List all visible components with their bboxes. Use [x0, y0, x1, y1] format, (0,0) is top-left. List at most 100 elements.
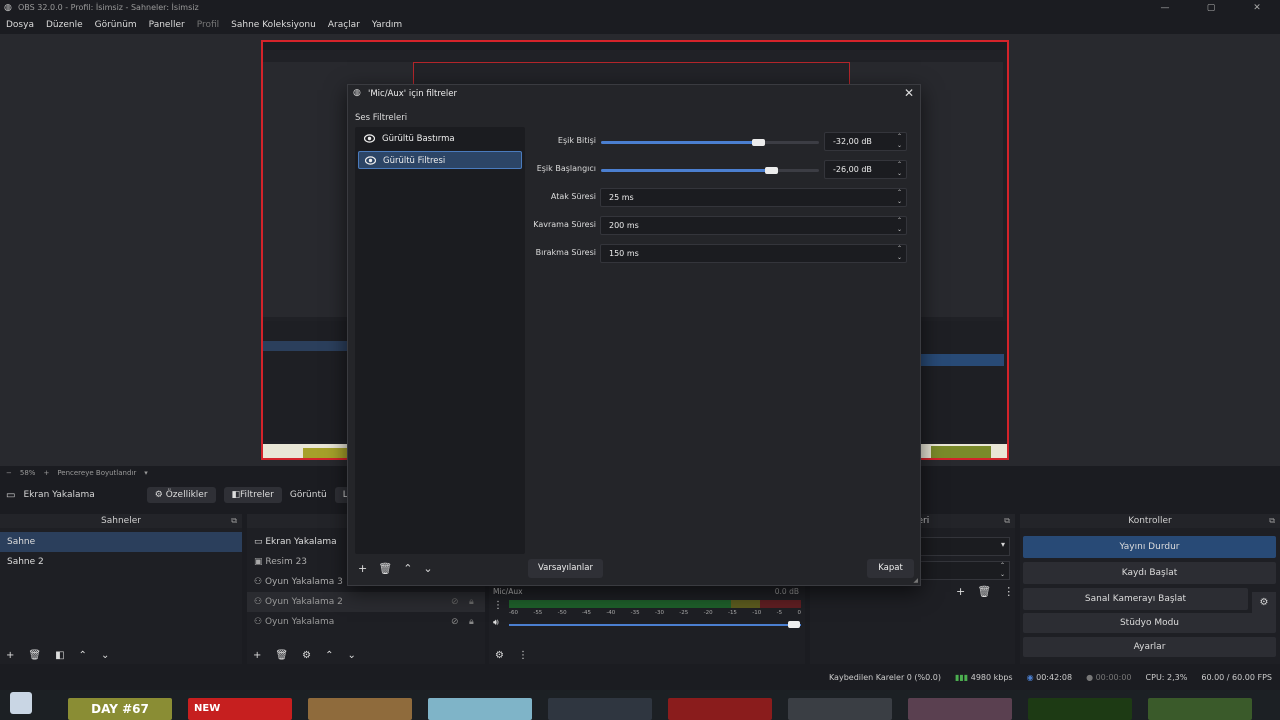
spin-value: -32,00 dB: [833, 137, 872, 146]
menu-profile[interactable]: Profil: [197, 20, 219, 30]
mixer-settings-icon[interactable]: ⚙: [495, 650, 504, 661]
lock-icon[interactable]: 🔒︎: [469, 592, 474, 612]
cpu-usage: CPU: 2,3%: [1145, 672, 1188, 682]
taskbar-thumbnail[interactable]: [788, 698, 892, 720]
trash-icon[interactable]: 🗑: [275, 650, 288, 661]
trash-icon[interactable]: 🗑: [977, 585, 991, 598]
mini-thumb: [303, 448, 347, 458]
volume-slider[interactable]: [509, 624, 801, 626]
more-icon[interactable]: ⋮: [1003, 585, 1014, 598]
mixer-menu-icon[interactable]: ⋮: [518, 650, 528, 661]
filters-button[interactable]: ◧Filtreler: [223, 487, 282, 503]
minimize-button[interactable]: —: [1142, 0, 1188, 16]
menu-help[interactable]: Yardım: [372, 20, 402, 30]
record-icon: ●: [1086, 672, 1096, 682]
app-icon[interactable]: [10, 692, 32, 714]
volume-slider-thumb[interactable]: [788, 621, 800, 628]
spin-arrows-icon[interactable]: ⌃ ⌄: [897, 160, 902, 178]
chevron-down-icon[interactable]: ⌄: [101, 650, 109, 661]
zoom-value: 58%: [19, 469, 36, 477]
source-item[interactable]: ⚇ Oyun Yakalama ⊘ 🔒︎: [247, 612, 485, 632]
mixer-menu-icon[interactable]: ⋮: [493, 600, 503, 611]
eye-icon[interactable]: [364, 134, 375, 143]
taskbar-thumbnail[interactable]: [428, 698, 532, 720]
trash-icon[interactable]: 🗑: [28, 650, 41, 661]
add-icon[interactable]: +: [358, 562, 367, 575]
close-button[interactable]: Kapat: [867, 559, 914, 578]
add-icon[interactable]: +: [6, 650, 14, 661]
close-threshold-thumb[interactable]: [752, 139, 765, 146]
spin-arrows-icon[interactable]: ⌃ ⌄: [897, 188, 902, 206]
duration-spinbox[interactable]: ⌃ ⌄: [920, 561, 1010, 580]
chevron-down-icon[interactable]: ⌄: [423, 562, 432, 575]
chevron-up-icon[interactable]: ⌃: [325, 650, 333, 661]
scene-item[interactable]: Sahne 2: [0, 552, 242, 572]
zoom-out-button[interactable]: −: [6, 469, 12, 477]
undock-icon[interactable]: ⧉: [231, 514, 237, 528]
dialog-title: 'Mic/Aux' için filtreler: [368, 89, 457, 99]
close-window-button[interactable]: ✕: [1234, 0, 1280, 16]
source-item[interactable]: ⚇ Oyun Yakalama 2 ⊘ 🔒︎: [247, 592, 485, 612]
properties-button[interactable]: ⚙ Özellikler: [146, 487, 216, 503]
taskbar-thumbnail[interactable]: [548, 698, 652, 720]
gear-icon[interactable]: ⚙: [302, 650, 311, 661]
add-icon[interactable]: +: [253, 650, 261, 661]
open-threshold-spinbox[interactable]: -26,00 dB ⌃ ⌄: [824, 160, 907, 179]
spin-arrows-icon[interactable]: ⌃ ⌄: [897, 244, 902, 262]
lock-icon[interactable]: 🔒︎: [469, 612, 474, 632]
taskbar-thumbnail[interactable]: DAY #67: [68, 698, 172, 720]
spin-arrows-icon[interactable]: ⌃ ⌄: [897, 216, 902, 234]
menu-view[interactable]: Görünüm: [95, 20, 137, 30]
open-threshold-thumb[interactable]: [765, 167, 778, 174]
start-virtual-camera-button[interactable]: Sanal Kamerayı Başlat: [1023, 588, 1248, 610]
taskbar-thumbnail[interactable]: NEW: [188, 698, 292, 720]
resize-grip-icon[interactable]: ◢: [913, 577, 918, 584]
taskbar-thumbnail[interactable]: [308, 698, 412, 720]
settings-button[interactable]: Ayarlar: [1023, 637, 1276, 657]
attack-time-spinbox[interactable]: 25 ms ⌃ ⌄: [600, 188, 907, 207]
visibility-icon[interactable]: ⊘: [451, 612, 459, 632]
add-icon[interactable]: +: [956, 585, 965, 598]
mixer-db-value: 0.0 dB: [774, 587, 799, 596]
menu-scene-collection[interactable]: Sahne Koleksiyonu: [231, 20, 316, 30]
chevron-down-icon[interactable]: ⌄: [347, 650, 355, 661]
hold-time-spinbox[interactable]: 200 ms ⌃ ⌄: [600, 216, 907, 235]
filter-item-selected[interactable]: Gürültü Filtresi: [358, 151, 522, 169]
defaults-button[interactable]: Varsayılanlar: [528, 559, 603, 578]
virtual-camera-gear-icon[interactable]: ⚙: [1252, 592, 1276, 614]
studio-mode-button[interactable]: Stüdyo Modu: [1023, 613, 1276, 633]
menu-file[interactable]: Dosya: [6, 20, 34, 30]
taskbar-thumbnail[interactable]: [668, 698, 772, 720]
taskbar-thumbnail[interactable]: [908, 698, 1012, 720]
eye-icon[interactable]: [365, 156, 376, 165]
filter-icon[interactable]: ◧: [55, 650, 64, 661]
menu-tools[interactable]: Araçlar: [328, 20, 360, 30]
zoom-in-button[interactable]: +: [43, 469, 49, 477]
fit-to-window-button[interactable]: Pencereye Boyutlandır: [57, 469, 136, 477]
filter-item[interactable]: Gürültü Bastırma: [358, 130, 522, 148]
scene-item[interactable]: Sahne: [0, 532, 242, 552]
chevron-down-icon[interactable]: ▾: [144, 469, 148, 477]
start-recording-button[interactable]: Kaydı Başlat: [1023, 562, 1276, 584]
visibility-icon[interactable]: ⊘: [451, 592, 459, 612]
undock-icon[interactable]: ⧉: [1269, 514, 1275, 528]
close-icon[interactable]: ✕: [904, 86, 914, 100]
trash-icon[interactable]: 🗑: [378, 562, 392, 575]
chevron-up-icon[interactable]: ⌃: [79, 650, 87, 661]
spin-arrows-icon[interactable]: ⌃ ⌄: [897, 132, 902, 150]
speaker-icon[interactable]: 🔊︎: [493, 618, 499, 628]
menu-docks[interactable]: Paneller: [149, 20, 185, 30]
close-threshold-spinbox[interactable]: -32,00 dB ⌃ ⌄: [824, 132, 907, 151]
menu-edit[interactable]: Düzenle: [46, 20, 83, 30]
transition-select[interactable]: ▾: [920, 537, 1010, 556]
undock-icon[interactable]: ⧉: [1004, 514, 1010, 528]
stop-streaming-button[interactable]: Yayını Durdur: [1023, 536, 1276, 558]
release-time-spinbox[interactable]: 150 ms ⌃ ⌄: [600, 244, 907, 263]
taskbar-thumbnail[interactable]: [1148, 698, 1252, 720]
filters-dialog: ◍ 'Mic/Aux' için filtreler ✕ Ses Filtrel…: [347, 84, 921, 586]
chevron-up-icon[interactable]: ⌃: [403, 562, 412, 575]
maximize-button[interactable]: ▢: [1188, 0, 1234, 16]
signal-icon: ▮▮▮: [954, 672, 971, 682]
tick-label: -5: [776, 610, 783, 616]
taskbar-thumbnail[interactable]: [1028, 698, 1132, 720]
